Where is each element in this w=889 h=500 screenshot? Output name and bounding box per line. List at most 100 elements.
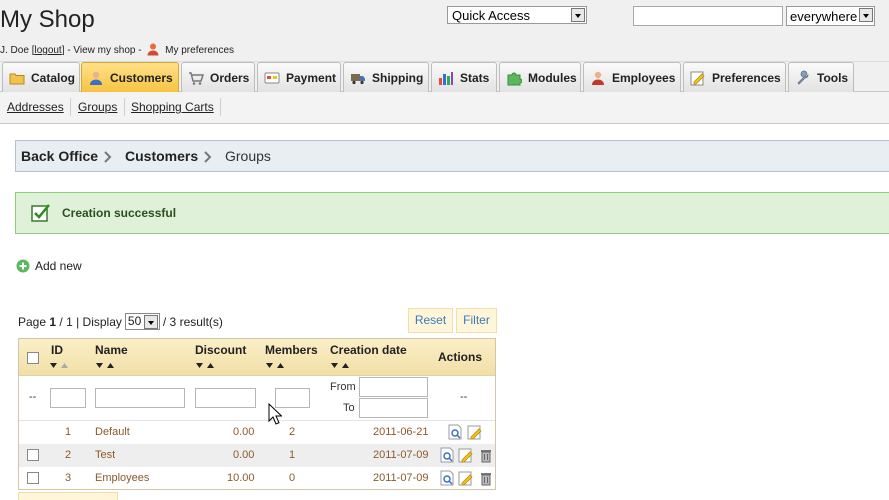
logout-link[interactable]: logout xyxy=(34,45,61,56)
filter-button[interactable]: Filter xyxy=(456,308,497,333)
tab-label: Shipping xyxy=(372,70,424,85)
filter-id-input[interactable] xyxy=(50,388,86,408)
pagination: Page 1 / 1 | Display 50 / 3 result(s) xyxy=(18,313,223,330)
filter-date-to-input[interactable] xyxy=(359,398,428,418)
row-date: 2011-07-09 xyxy=(373,449,429,461)
column-discount: Discount xyxy=(195,343,247,357)
delete-icon[interactable] xyxy=(478,447,494,463)
row-checkbox[interactable] xyxy=(27,472,39,484)
filter-row: -- From To -- xyxy=(19,376,495,421)
tab-customers[interactable]: Customers xyxy=(81,62,179,92)
employees-icon xyxy=(592,71,604,85)
my-preferences-link[interactable]: My preferences xyxy=(165,45,234,56)
payment-icon xyxy=(264,72,280,83)
sort-arrows-icon[interactable] xyxy=(49,362,71,370)
table-row[interactable]: 1 Default 0.00 2 2011-06-21 xyxy=(19,421,495,444)
view-icon[interactable] xyxy=(439,470,455,486)
divider xyxy=(124,98,125,116)
reset-button[interactable]: Reset xyxy=(408,308,453,333)
bulk-action-button[interactable] xyxy=(18,492,118,500)
subtab-shopping-carts[interactable]: Shopping Carts xyxy=(131,100,214,114)
row-name: Default xyxy=(95,426,130,438)
quick-access-select[interactable]: Quick Access xyxy=(447,6,587,24)
table-row[interactable]: 3 Employees 10.00 0 2011-07-09 xyxy=(19,467,495,490)
tab-modules[interactable]: Modules xyxy=(499,62,581,92)
column-name: Name xyxy=(95,343,128,357)
add-new-label: Add new xyxy=(35,259,82,273)
sort-arrows-icon[interactable] xyxy=(265,362,287,370)
row-discount: 0.00 xyxy=(233,449,255,461)
modules-icon xyxy=(507,72,522,85)
row-date: 2011-07-09 xyxy=(373,472,429,484)
edit-icon[interactable] xyxy=(467,424,483,440)
tab-label: Catalog xyxy=(31,70,76,85)
tab-employees[interactable]: Employees xyxy=(583,62,681,92)
tab-label: Modules xyxy=(528,70,577,85)
tab-stats[interactable]: Stats xyxy=(431,62,497,92)
header: My Shop J. Doe [logout] - View my shop -… xyxy=(0,0,889,62)
row-discount: 10.00 xyxy=(227,472,255,484)
sub-navigation: Addresses Groups Shopping Carts xyxy=(0,92,889,124)
filter-name-input[interactable] xyxy=(95,388,185,408)
tab-label: Employees xyxy=(612,70,676,85)
preferences-icon xyxy=(690,71,705,85)
view-icon[interactable] xyxy=(447,424,463,440)
current-page: 1 xyxy=(49,314,57,329)
subtab-addresses[interactable]: Addresses xyxy=(7,100,64,114)
quick-access-value: Quick Access xyxy=(452,8,531,23)
sort-arrows-icon[interactable] xyxy=(330,362,352,370)
breadcrumb-customers[interactable]: Customers xyxy=(125,148,198,164)
add-icon xyxy=(16,259,30,273)
actions-dash: -- xyxy=(460,391,468,403)
breadcrumb-groups: Groups xyxy=(225,148,271,164)
filter-date-from-input[interactable] xyxy=(359,377,428,397)
chevron-right-icon xyxy=(204,151,212,163)
tab-label: Preferences xyxy=(712,70,781,85)
tab-orders[interactable]: Orders xyxy=(181,62,255,92)
orders-icon xyxy=(189,71,204,85)
edit-icon[interactable] xyxy=(458,447,474,463)
row-id: 2 xyxy=(65,449,72,461)
search-input[interactable] xyxy=(633,6,783,26)
row-members: 1 xyxy=(289,449,296,461)
tab-payment[interactable]: Payment xyxy=(257,62,341,92)
view-icon[interactable] xyxy=(439,447,455,463)
tools-icon xyxy=(797,70,809,85)
search-scope-select[interactable]: everywhere xyxy=(786,6,875,26)
row-members: 2 xyxy=(289,426,296,438)
user-name: J. Doe xyxy=(0,45,29,56)
tab-label: Payment xyxy=(286,70,337,85)
groups-table: ID Name Discount Members Creation date A… xyxy=(18,338,496,490)
subtab-groups[interactable]: Groups xyxy=(78,100,117,114)
breadcrumb-back-office[interactable]: Back Office xyxy=(21,148,98,164)
row-name: Test xyxy=(95,449,116,461)
edit-icon[interactable] xyxy=(458,470,474,486)
filter-dash: -- xyxy=(29,391,37,403)
shop-title: My Shop xyxy=(0,6,95,33)
customers-icon xyxy=(90,71,102,85)
sort-arrows-icon[interactable] xyxy=(95,362,117,370)
sort-arrows-icon[interactable] xyxy=(195,362,217,370)
table-header: ID Name Discount Members Creation date A… xyxy=(19,339,495,376)
shipping-icon xyxy=(351,73,365,84)
select-all-checkbox[interactable] xyxy=(27,352,39,364)
add-new-link[interactable]: Add new xyxy=(16,259,82,273)
delete-icon[interactable] xyxy=(478,470,494,486)
tab-tools[interactable]: Tools xyxy=(788,62,854,92)
tab-preferences[interactable]: Preferences xyxy=(683,62,786,92)
column-id: ID xyxy=(51,343,63,357)
result-count: / 3 result(s) xyxy=(162,314,223,329)
row-id: 3 xyxy=(65,472,72,484)
row-checkbox[interactable] xyxy=(27,449,39,461)
chevron-down-icon xyxy=(143,315,158,329)
view-shop-link[interactable]: - View my shop - xyxy=(67,45,141,56)
column-members: Members xyxy=(265,343,318,357)
tab-label: Customers xyxy=(110,70,173,85)
per-page-select[interactable]: 50 xyxy=(124,313,160,330)
page-count: / 1 | Display xyxy=(59,314,122,329)
tab-shipping[interactable]: Shipping xyxy=(343,62,429,92)
to-label: To xyxy=(343,402,355,414)
tab-catalog[interactable]: Catalog xyxy=(2,62,80,92)
filter-discount-input[interactable] xyxy=(195,388,256,408)
table-row[interactable]: 2 Test 0.00 1 2011-07-09 xyxy=(19,444,495,467)
